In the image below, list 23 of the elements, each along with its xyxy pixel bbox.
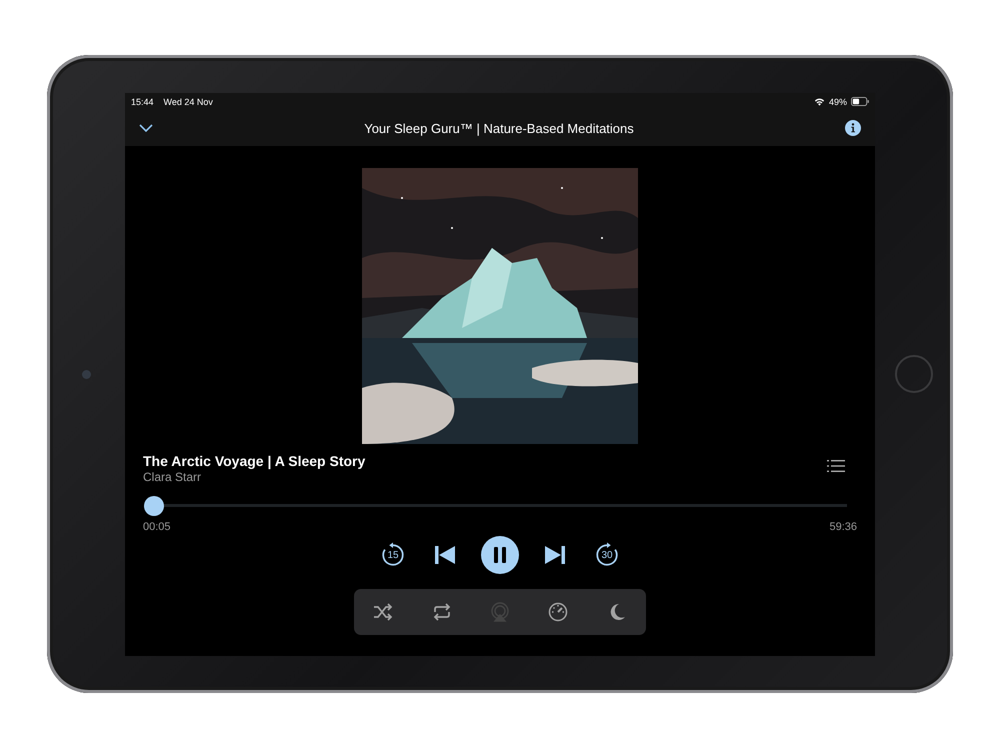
shuffle-button[interactable]	[373, 602, 394, 622]
pause-icon	[493, 546, 507, 562]
battery-percent: 49%	[828, 96, 847, 106]
status-time: 15:44	[131, 96, 154, 106]
repeat-button[interactable]	[432, 602, 452, 622]
skip-back-button[interactable]: 15	[377, 538, 409, 570]
elapsed-time: 00:05	[143, 520, 171, 532]
camera-icon	[82, 370, 90, 378]
nav-title: Your Sleep Guru™ | Nature-Based Meditations	[363, 120, 635, 136]
wifi-icon	[814, 97, 825, 106]
remaining-time: 59:36	[829, 520, 857, 532]
info-button[interactable]	[845, 120, 861, 136]
status-date: Wed 24 Nov	[164, 96, 213, 106]
next-icon	[545, 546, 565, 564]
speed-button[interactable]	[548, 602, 568, 622]
pause-button[interactable]	[481, 536, 519, 574]
collapse-button[interactable]	[139, 124, 153, 132]
track-title: The Arctic Voyage | A Sleep Story	[143, 452, 366, 468]
battery-icon	[851, 97, 869, 106]
progress-thumb[interactable]	[144, 496, 164, 516]
previous-icon	[435, 546, 455, 564]
skip-forward-button[interactable]: 30	[591, 538, 623, 570]
track-artist: Clara Starr	[143, 470, 202, 484]
